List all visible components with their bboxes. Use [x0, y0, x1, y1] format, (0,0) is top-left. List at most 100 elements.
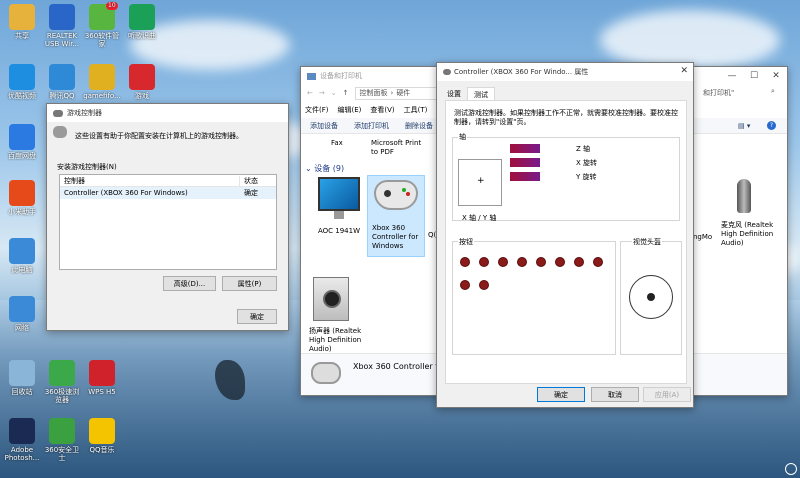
button-indicator [574, 257, 584, 267]
controller-list[interactable]: 控制器 状态 Controller (XBOX 360 For Windows)… [59, 174, 277, 270]
tab-panel: 测试游戏控制器。如果控制器工作不正常，就需要校准控制器。要校准控制器，请转到"设… [445, 100, 687, 384]
dialog-title: Controller (XBOX 360 For Windo... 属性 [454, 68, 589, 76]
device-microphone[interactable]: 麦克风 (Realtek High Definition Audio) [721, 179, 781, 248]
add-device-button[interactable]: 添加设备 [310, 121, 338, 131]
breadcrumb-tail: 和打印机" [703, 89, 735, 97]
desktop-icon-label: gamefifo... [83, 92, 121, 100]
desktop-icon-label: 共享 [15, 32, 29, 40]
desktop-icon[interactable]: 网络 [2, 296, 42, 332]
apply-button[interactable]: 应用(A) [643, 387, 691, 402]
lan-icon [9, 296, 35, 322]
device-label: 麦克风 (Realtek High Definition Audio) [721, 221, 774, 247]
desktop-icon-label: 网络 [15, 324, 29, 332]
desktop-icon-label: 360安全卫士 [44, 446, 80, 462]
desktop-icon-label: 此电脑 [11, 266, 33, 274]
add-printer-button[interactable]: 添加打印机 [354, 121, 389, 131]
column-controller[interactable]: 控制器 [60, 175, 240, 186]
search-icon[interactable]: ⌕ [771, 87, 775, 96]
list-header: 控制器 状态 [60, 175, 276, 187]
desktop-icon[interactable]: 360软件管家 10 [82, 2, 122, 48]
youku-icon [9, 64, 35, 90]
breadcrumb-control-panel[interactable]: 控制面板 [360, 88, 388, 98]
desktop-icon[interactable]: 听歌识曲 [122, 4, 162, 40]
button-indicator [536, 257, 546, 267]
recycle-icon [9, 360, 35, 386]
desktop-icon-label: WPS H5 [88, 388, 116, 396]
minimize-icon[interactable]: — [721, 71, 743, 81]
menu-file[interactable]: 文件(F) [305, 105, 329, 115]
table-row[interactable]: Controller (XBOX 360 For Windows) 确定 [60, 187, 276, 199]
desktop-icon-label: 小米助手 [8, 208, 36, 216]
dropdown-icon[interactable]: ⌄ [331, 89, 337, 97]
controller-image-icon [53, 126, 67, 138]
gamepad-icon [374, 180, 418, 210]
desktop-icon[interactable]: 腾讯QQ [42, 64, 82, 100]
device-speaker[interactable]: 扬声器 (Realtek High Definition Audio) [309, 277, 369, 354]
menu-edit[interactable]: 编辑(E) [338, 105, 362, 115]
desktop-icon[interactable]: WPS H5 [82, 360, 122, 396]
breadcrumb-hardware[interactable]: 硬件 [396, 88, 410, 98]
y-rotation-bar [510, 172, 540, 181]
ok-button[interactable]: 确定 [537, 387, 585, 402]
remove-device-button[interactable]: 删除设备 [405, 121, 433, 131]
wps-icon [89, 360, 115, 386]
desktop-icon-label: 优酷视频 [8, 92, 36, 100]
desktop-icon-label: REALTEK USB Wir... [44, 32, 80, 48]
notification-icon[interactable] [782, 460, 800, 478]
z-axis-bar [510, 144, 540, 153]
shield-icon [49, 418, 75, 444]
pov-label: 视觉头盔 [632, 237, 662, 247]
game-controllers-dialog: 游戏控制器 这些设置有助于你配置安装在计算机上的游戏控制器。 安装游戏控制器(N… [46, 103, 289, 331]
desktop-icon[interactable]: REALTEK USB Wir... [42, 4, 82, 48]
desktop-icon[interactable]: 360极速浏览器 [42, 360, 82, 404]
column-status[interactable]: 状态 [240, 176, 258, 186]
properties-button[interactable]: 属性(P) [222, 276, 277, 291]
desktop-icon[interactable]: QQ音乐 [82, 418, 122, 454]
desktop-icon-label: 360极速浏览器 [44, 388, 80, 404]
device-monitor[interactable]: AOC 1941W [313, 177, 365, 236]
games-icon [129, 64, 155, 90]
desktop-icon[interactable]: Adobe Photosh... [2, 418, 42, 462]
desktop-icon[interactable]: 小米助手 [2, 180, 42, 216]
forward-icon[interactable]: → [319, 89, 325, 97]
desktop-icon-label: 回收站 [11, 388, 33, 396]
window-title: 设备和打印机 [320, 72, 362, 80]
devices-icon [307, 72, 316, 80]
desktop-icon[interactable]: 游戏 [122, 64, 162, 100]
printer-fax[interactable]: Fax [331, 139, 343, 147]
maximize-icon[interactable]: ☐ [743, 71, 765, 81]
dialog-title: 游戏控制器 [67, 109, 102, 117]
button-indicator [593, 257, 603, 267]
menu-view[interactable]: 查看(V) [370, 105, 394, 115]
button-indicator [479, 257, 489, 267]
network-icon [49, 4, 75, 30]
view-options-icon[interactable]: ▤ ▾ [738, 122, 750, 130]
help-icon[interactable]: ? [767, 121, 776, 130]
close-icon[interactable]: ✕ [765, 71, 787, 81]
desktop-icon[interactable]: 回收站 [2, 360, 42, 396]
devices-section-title[interactable]: ⌄ 设备 (9) [305, 163, 344, 174]
desktop-icon[interactable]: 360安全卫士 [42, 418, 82, 462]
ok-button[interactable]: 确定 [237, 309, 277, 324]
desktop-icon[interactable]: gamefifo... [82, 64, 122, 100]
cancel-button[interactable]: 取消 [591, 387, 639, 402]
back-icon[interactable]: ← [307, 89, 313, 97]
gamepad-icon [311, 362, 341, 384]
desktop-icon[interactable]: 共享 [2, 4, 42, 40]
pov-center-dot [647, 293, 655, 301]
folder-icon [9, 4, 35, 30]
desktop-icon[interactable]: 百度网盘 [2, 124, 42, 160]
desktop-icon[interactable]: 此电脑 [2, 238, 42, 274]
desktop-icon[interactable]: 优酷视频 [2, 64, 42, 100]
device-xbox-controller[interactable]: Xbox 360 Controller for Windows [367, 175, 425, 257]
device-partial-right[interactable]: ngMo [693, 233, 712, 241]
desktop-icon-label: 游戏 [135, 92, 149, 100]
game-icon [89, 64, 115, 90]
qqmusic-icon [89, 418, 115, 444]
up-icon[interactable]: ↑ [343, 89, 349, 97]
advanced-button[interactable]: 高级(D)... [163, 276, 216, 291]
printer-pdf[interactable]: Microsoft Print to PDF [371, 139, 426, 157]
menu-tools[interactable]: 工具(T) [404, 105, 428, 115]
close-icon[interactable]: ✕ [680, 66, 688, 76]
collapse-icon[interactable]: ⌄ [305, 164, 312, 173]
